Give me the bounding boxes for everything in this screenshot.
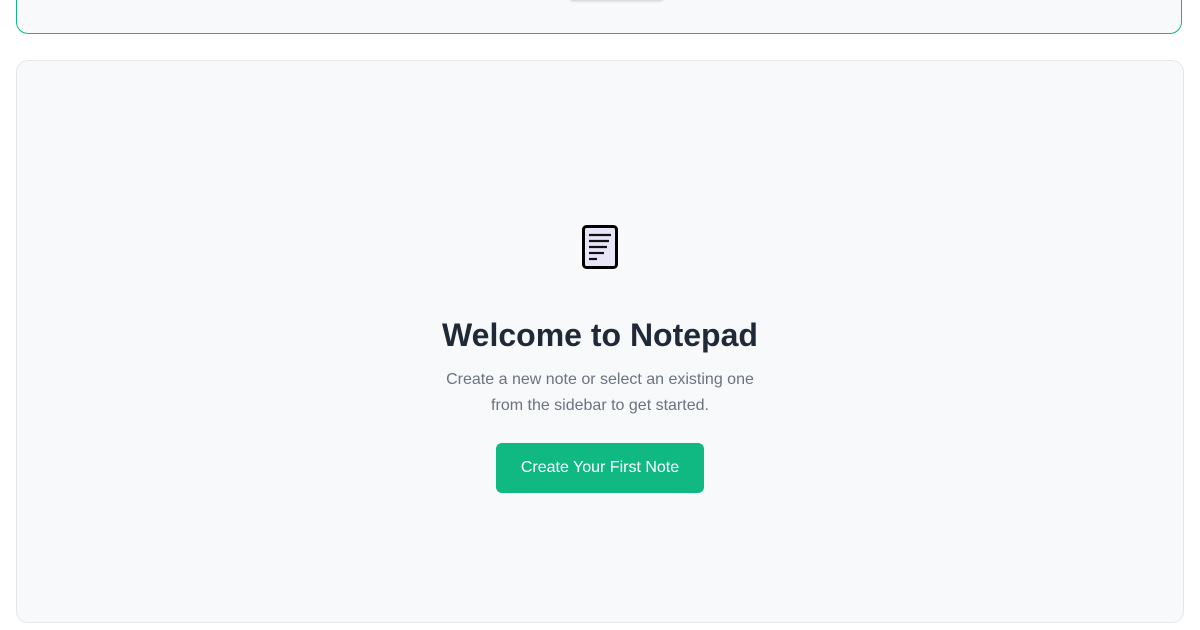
welcome-title: Welcome to Notepad — [442, 317, 758, 353]
empty-state: Welcome to Notepad Create a new note or … — [17, 225, 1183, 493]
top-tab-button[interactable] — [568, 0, 665, 1]
create-first-note-button[interactable]: Create Your First Note — [496, 443, 704, 493]
main-content-panel: Welcome to Notepad Create a new note or … — [16, 60, 1184, 623]
welcome-subtitle: Create a new note or select an existing … — [435, 367, 765, 419]
top-panel — [16, 0, 1182, 34]
welcome-subtitle-line-2: from the sidebar to get started. — [491, 397, 709, 414]
note-document-icon — [582, 225, 618, 269]
welcome-subtitle-line-1: Create a new note or select an existing … — [446, 371, 754, 388]
